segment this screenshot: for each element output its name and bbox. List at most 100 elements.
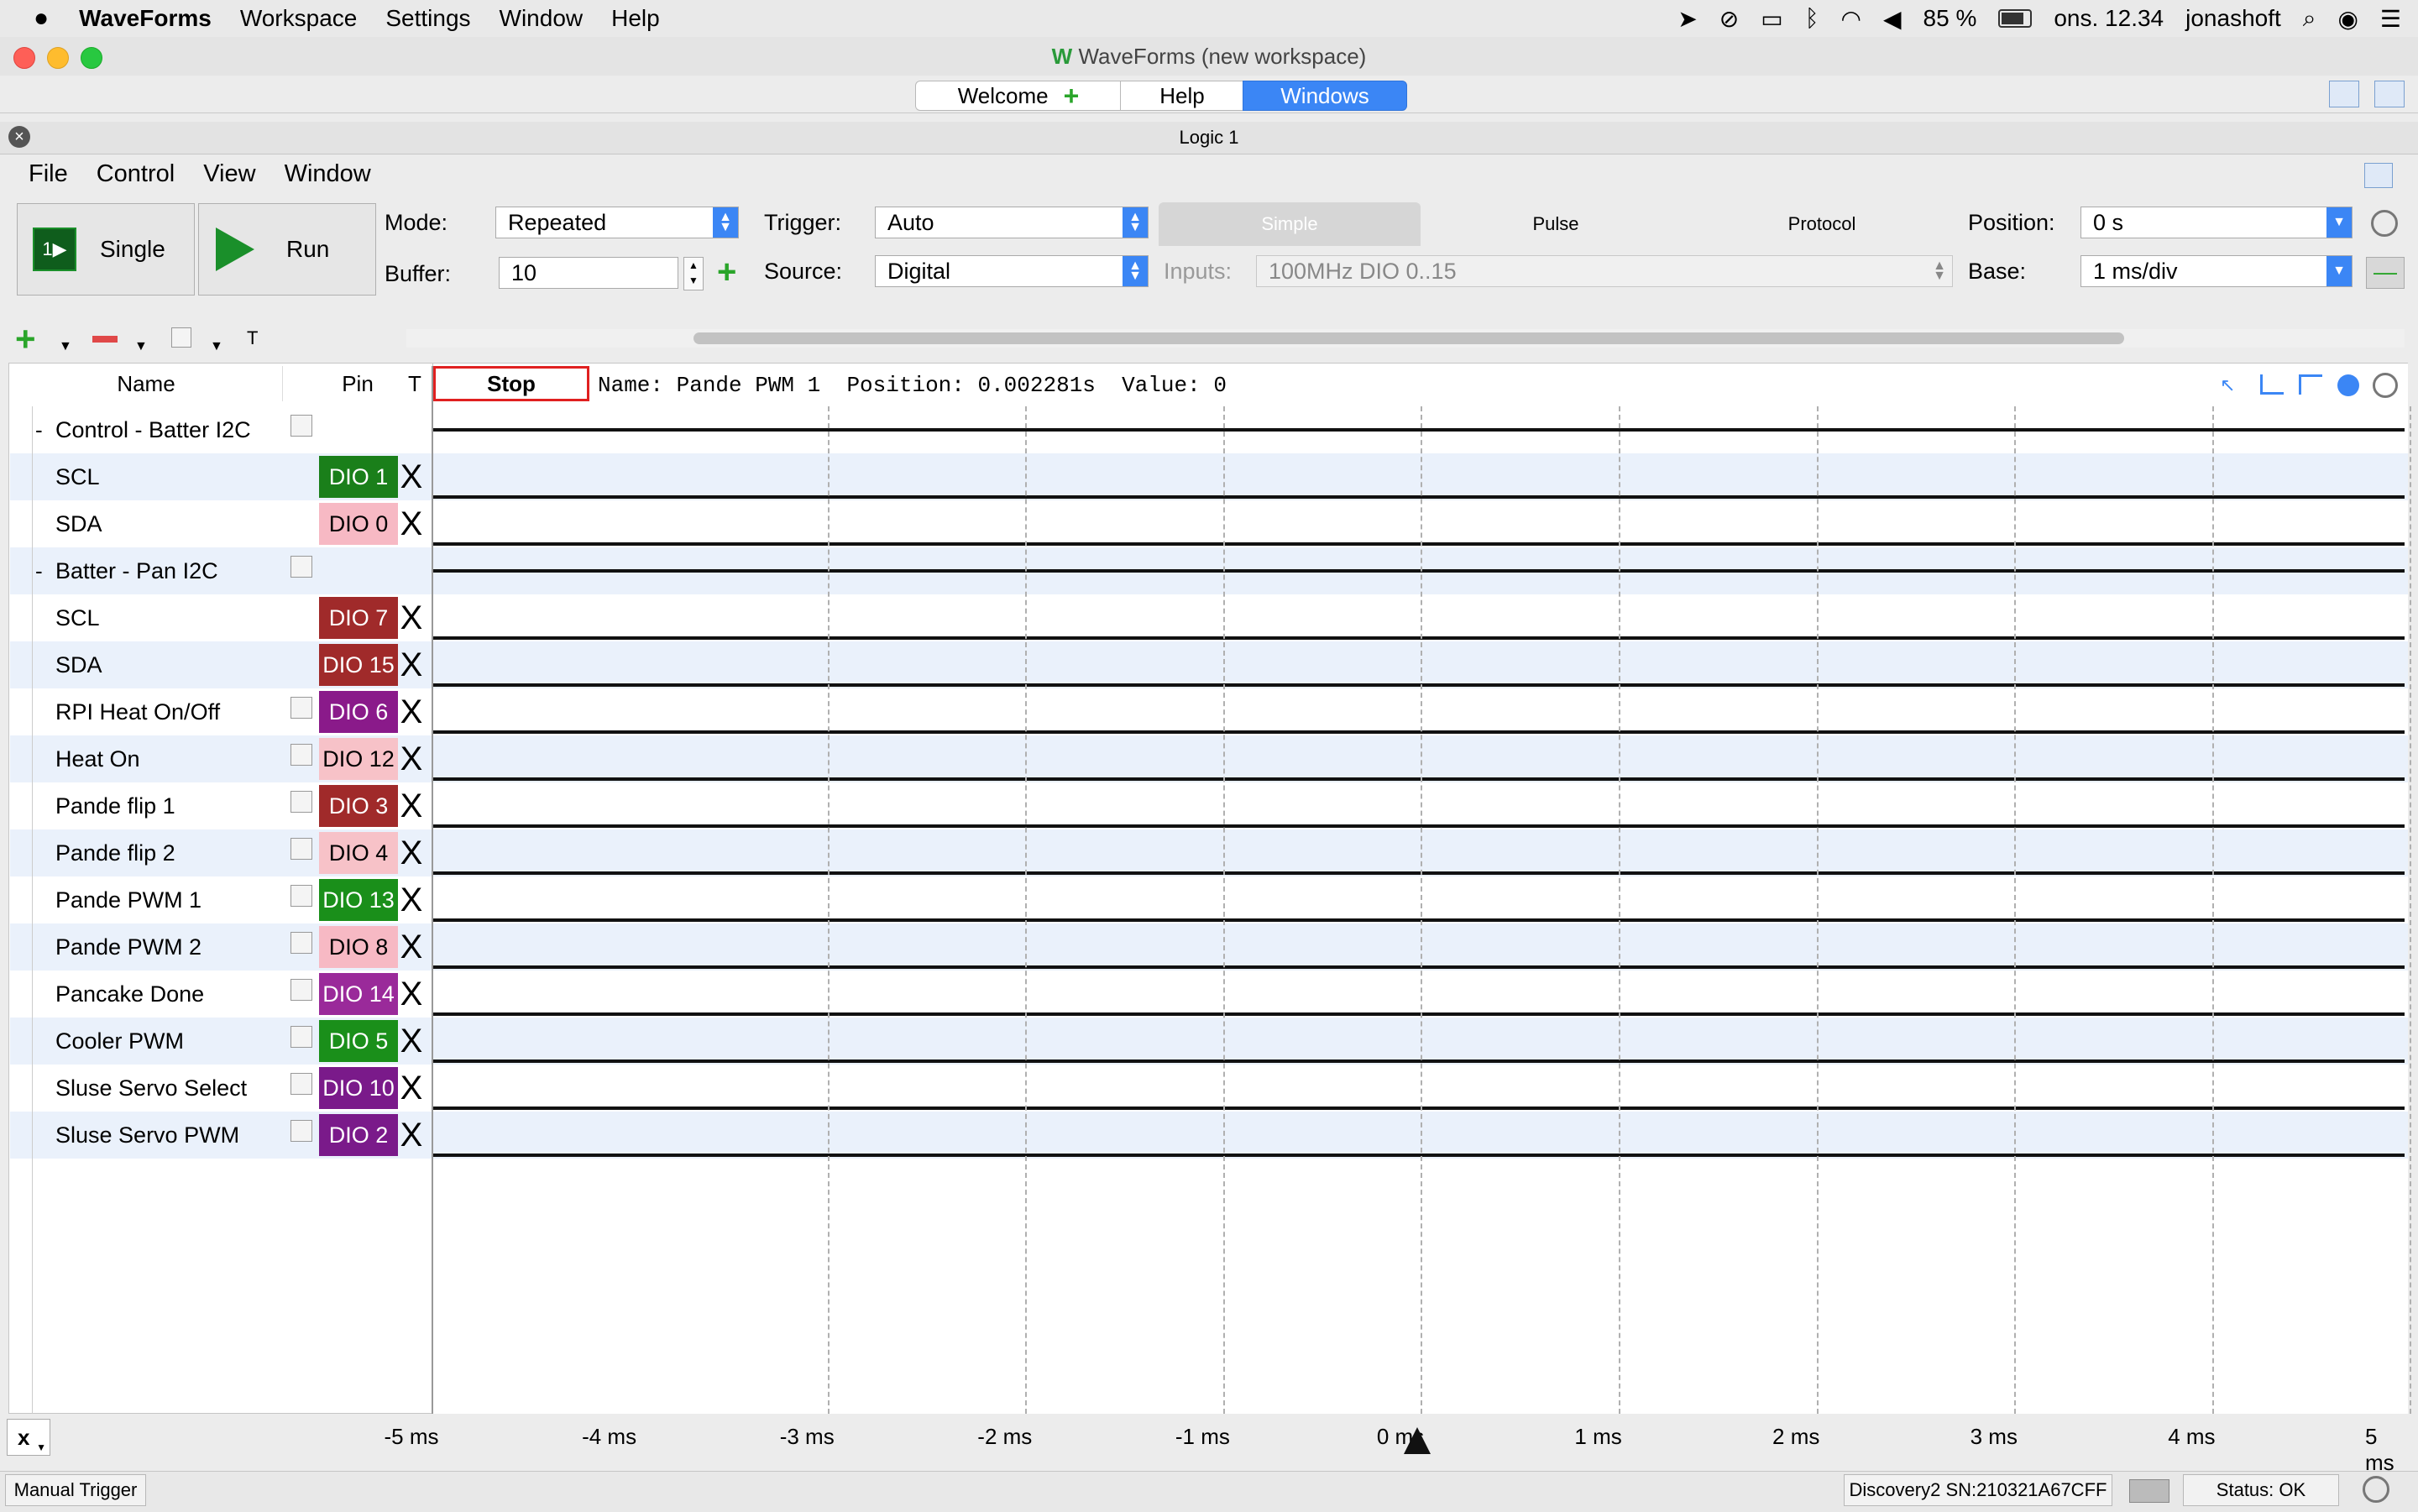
edit-channel-icon[interactable]: [290, 932, 312, 954]
channel-row[interactable]: Sluse Servo PWM DIO 2X: [10, 1112, 2408, 1159]
pin-badge[interactable]: DIO 15: [319, 644, 398, 686]
pin-badge[interactable]: DIO 14: [319, 973, 398, 1015]
trigger-select[interactable]: Auto ▲ ▼: [875, 207, 1149, 238]
wifi-icon[interactable]: ◠: [1841, 5, 1861, 33]
remove-channel-icon[interactable]: [92, 336, 118, 343]
trigger-x-toggle[interactable]: X: [399, 688, 424, 735]
pin-badge[interactable]: DIO 4: [319, 832, 398, 874]
volume-icon[interactable]: ◀: [1883, 5, 1902, 33]
tab-protocol[interactable]: Protocol: [1691, 202, 1953, 246]
t-column-header[interactable]: T: [398, 366, 432, 401]
pin-badge[interactable]: DIO 3: [319, 785, 398, 827]
trigger-x-toggle[interactable]: X: [399, 735, 424, 782]
position-select[interactable]: 0 s ▼: [2080, 207, 2353, 238]
pin-badge[interactable]: DIO 1: [319, 456, 398, 498]
align-left-icon[interactable]: [2260, 374, 2284, 395]
pin-badge[interactable]: DIO 10: [319, 1067, 398, 1109]
tab-help[interactable]: Help: [1120, 81, 1244, 111]
axis-x-button[interactable]: x ▼: [7, 1419, 50, 1456]
align-lines-icon[interactable]: [2299, 374, 2322, 395]
bluetooth-icon[interactable]: ᛒ: [1805, 5, 1819, 32]
clock[interactable]: ons. 12.34: [2054, 5, 2164, 32]
menu-file[interactable]: File: [29, 160, 68, 188]
trigger-x-toggle[interactable]: X: [399, 1018, 424, 1065]
channel-row[interactable]: Pande flip 1 DIO 3X: [10, 782, 2408, 829]
zoom-icon[interactable]: [2337, 374, 2359, 396]
pin-column-header[interactable]: Pin: [317, 366, 398, 401]
edit-channel-icon[interactable]: [290, 979, 312, 1001]
remove-dropdown-icon[interactable]: ▼: [134, 339, 148, 354]
device-info[interactable]: Discovery2 SN:210321A67CFF: [1844, 1474, 2112, 1506]
edit-channel-icon[interactable]: [290, 838, 312, 860]
trigger-x-toggle[interactable]: X: [399, 876, 424, 923]
channel-row[interactable]: Sluse Servo Select DIO 10 X: [10, 1065, 2408, 1112]
pin-badge[interactable]: DIO 6: [319, 691, 398, 733]
battery-icon[interactable]: [1998, 9, 2033, 28]
menu-window[interactable]: Window: [500, 5, 584, 32]
menu-doc-window[interactable]: Window: [285, 160, 371, 188]
menu-settings[interactable]: Settings: [385, 5, 470, 32]
manual-trigger-button[interactable]: Manual Trigger: [5, 1474, 146, 1506]
edit-channel-icon[interactable]: [290, 1026, 312, 1048]
siri-icon[interactable]: ◉: [2337, 5, 2358, 33]
menu-help[interactable]: Help: [611, 5, 660, 32]
scrollbar-thumb[interactable]: [693, 332, 2124, 344]
trigger-x-toggle[interactable]: X: [399, 641, 424, 688]
edit-channel-icon[interactable]: [290, 697, 312, 719]
pin-badge[interactable]: DIO 2: [319, 1114, 398, 1156]
menu-view[interactable]: View: [203, 160, 255, 188]
channel-row[interactable]: SCL DIO 1X: [10, 453, 2408, 500]
channel-row[interactable]: Pande PWM 1 DIO 13 X: [10, 876, 2408, 923]
channel-row[interactable]: Cooler PWM DIO 5X: [10, 1018, 2408, 1065]
channel-row[interactable]: SDA DIO 15 X: [10, 641, 2408, 688]
tab-simple[interactable]: Simple: [1159, 202, 1421, 246]
trigger-marker-icon[interactable]: [1404, 1427, 1431, 1454]
panel-divider[interactable]: [432, 366, 433, 1414]
mute-icon[interactable]: ⊘: [1719, 5, 1739, 33]
pin-badge[interactable]: DIO 12: [319, 738, 398, 780]
device-icon[interactable]: [2129, 1479, 2169, 1503]
trigger-x-toggle[interactable]: X: [399, 1065, 424, 1112]
single-button[interactable]: 1▶ Single: [17, 203, 195, 296]
pin-badge[interactable]: DIO 7: [319, 597, 398, 639]
pin-badge[interactable]: DIO 13: [319, 879, 398, 921]
user-name[interactable]: jonashoft: [2185, 5, 2281, 32]
pin-badge[interactable]: DIO 8: [319, 926, 398, 968]
cursor-icon[interactable]: ↖: [2220, 374, 2240, 395]
trigger-x-toggle[interactable]: X: [399, 1112, 424, 1159]
edit-channel-icon[interactable]: [290, 885, 312, 907]
edit-channel-icon[interactable]: [171, 327, 191, 348]
edit-channel-icon[interactable]: [290, 744, 312, 766]
edit-channel-icon[interactable]: [290, 1073, 312, 1095]
spotlight-icon[interactable]: ⌕: [2303, 5, 2316, 33]
status-gear-icon[interactable]: [2363, 1476, 2389, 1503]
add-dropdown-icon[interactable]: ▼: [59, 339, 72, 354]
trigger-x-toggle[interactable]: X: [399, 594, 424, 641]
menu-app-name[interactable]: WaveForms: [79, 5, 212, 32]
tab-windows[interactable]: Windows: [1243, 81, 1407, 111]
buffer-stepper[interactable]: ▲ ▼: [683, 257, 704, 290]
undock-icon[interactable]: [2364, 163, 2393, 188]
text-mode-button[interactable]: T: [247, 327, 258, 349]
mode-select[interactable]: Repeated ▲ ▼: [495, 207, 739, 238]
inputs-select[interactable]: 100MHz DIO 0..15 ▲ ▼: [1256, 255, 1953, 287]
channel-row[interactable]: Pande flip 2 DIO 4X: [10, 829, 2408, 876]
channel-row[interactable]: Pancake Done DIO 14 X: [10, 971, 2408, 1018]
trigger-x-toggle[interactable]: X: [399, 971, 424, 1018]
trigger-x-toggle[interactable]: X: [399, 453, 424, 500]
cascade-windows-icon[interactable]: [2329, 81, 2359, 107]
plot-gear-icon[interactable]: [2373, 373, 2398, 398]
source-select[interactable]: Digital ▲ ▼: [875, 255, 1149, 287]
run-button[interactable]: Run: [198, 203, 376, 296]
buffer-field[interactable]: 10: [499, 257, 678, 289]
edit-dropdown-icon[interactable]: ▼: [210, 339, 223, 354]
menu-workspace[interactable]: Workspace: [240, 5, 358, 32]
tab-pulse[interactable]: Pulse: [1421, 202, 1691, 246]
add-tab-icon[interactable]: +: [1064, 81, 1080, 112]
edit-channel-icon[interactable]: [290, 556, 312, 578]
trigger-x-toggle[interactable]: X: [399, 500, 424, 547]
gear-icon[interactable]: [2371, 210, 2398, 237]
menu-control[interactable]: Control: [97, 160, 175, 188]
channel-row[interactable]: Heat On DIO 12 X: [10, 735, 2408, 782]
name-column-header[interactable]: Name: [10, 366, 283, 401]
